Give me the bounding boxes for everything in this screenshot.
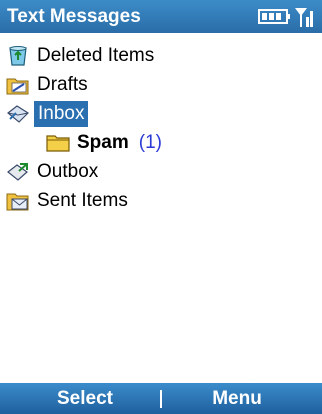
sent-items-icon [6, 193, 29, 211]
unread-count: (1) [138, 132, 162, 153]
folder-label: Inbox [34, 101, 89, 127]
folder-outbox[interactable]: Outbox [6, 158, 98, 186]
folder-inbox[interactable]: Inbox [6, 100, 89, 128]
status-icons [258, 6, 314, 28]
folder-label: Deleted Items [37, 45, 155, 66]
folder-label: Spam [77, 132, 129, 153]
drafts-folder-icon [6, 78, 29, 95]
folder-icon [46, 135, 70, 152]
folder-label: Drafts [37, 74, 88, 95]
folder-label: Sent Items [37, 190, 128, 211]
inbox-icon [7, 105, 29, 123]
app-title: Text Messages [7, 6, 141, 27]
folder-deleted-items[interactable]: Deleted Items [6, 42, 154, 70]
title-bar: Text Messages [0, 0, 322, 33]
folder-label: Outbox [37, 161, 99, 182]
outbox-icon [7, 163, 28, 181]
folder-sent-items[interactable]: Sent Items [6, 187, 128, 215]
softkey-bar: Select Menu [0, 383, 322, 414]
select-softkey[interactable]: Select [10, 383, 160, 414]
menu-softkey[interactable]: Menu [162, 383, 312, 414]
signal-icon [295, 8, 313, 27]
recycle-bin-icon [9, 46, 27, 66]
folder-drafts[interactable]: Drafts [6, 71, 88, 99]
folder-spam[interactable]: Spam (1) [46, 129, 162, 157]
battery-icon [258, 9, 290, 24]
